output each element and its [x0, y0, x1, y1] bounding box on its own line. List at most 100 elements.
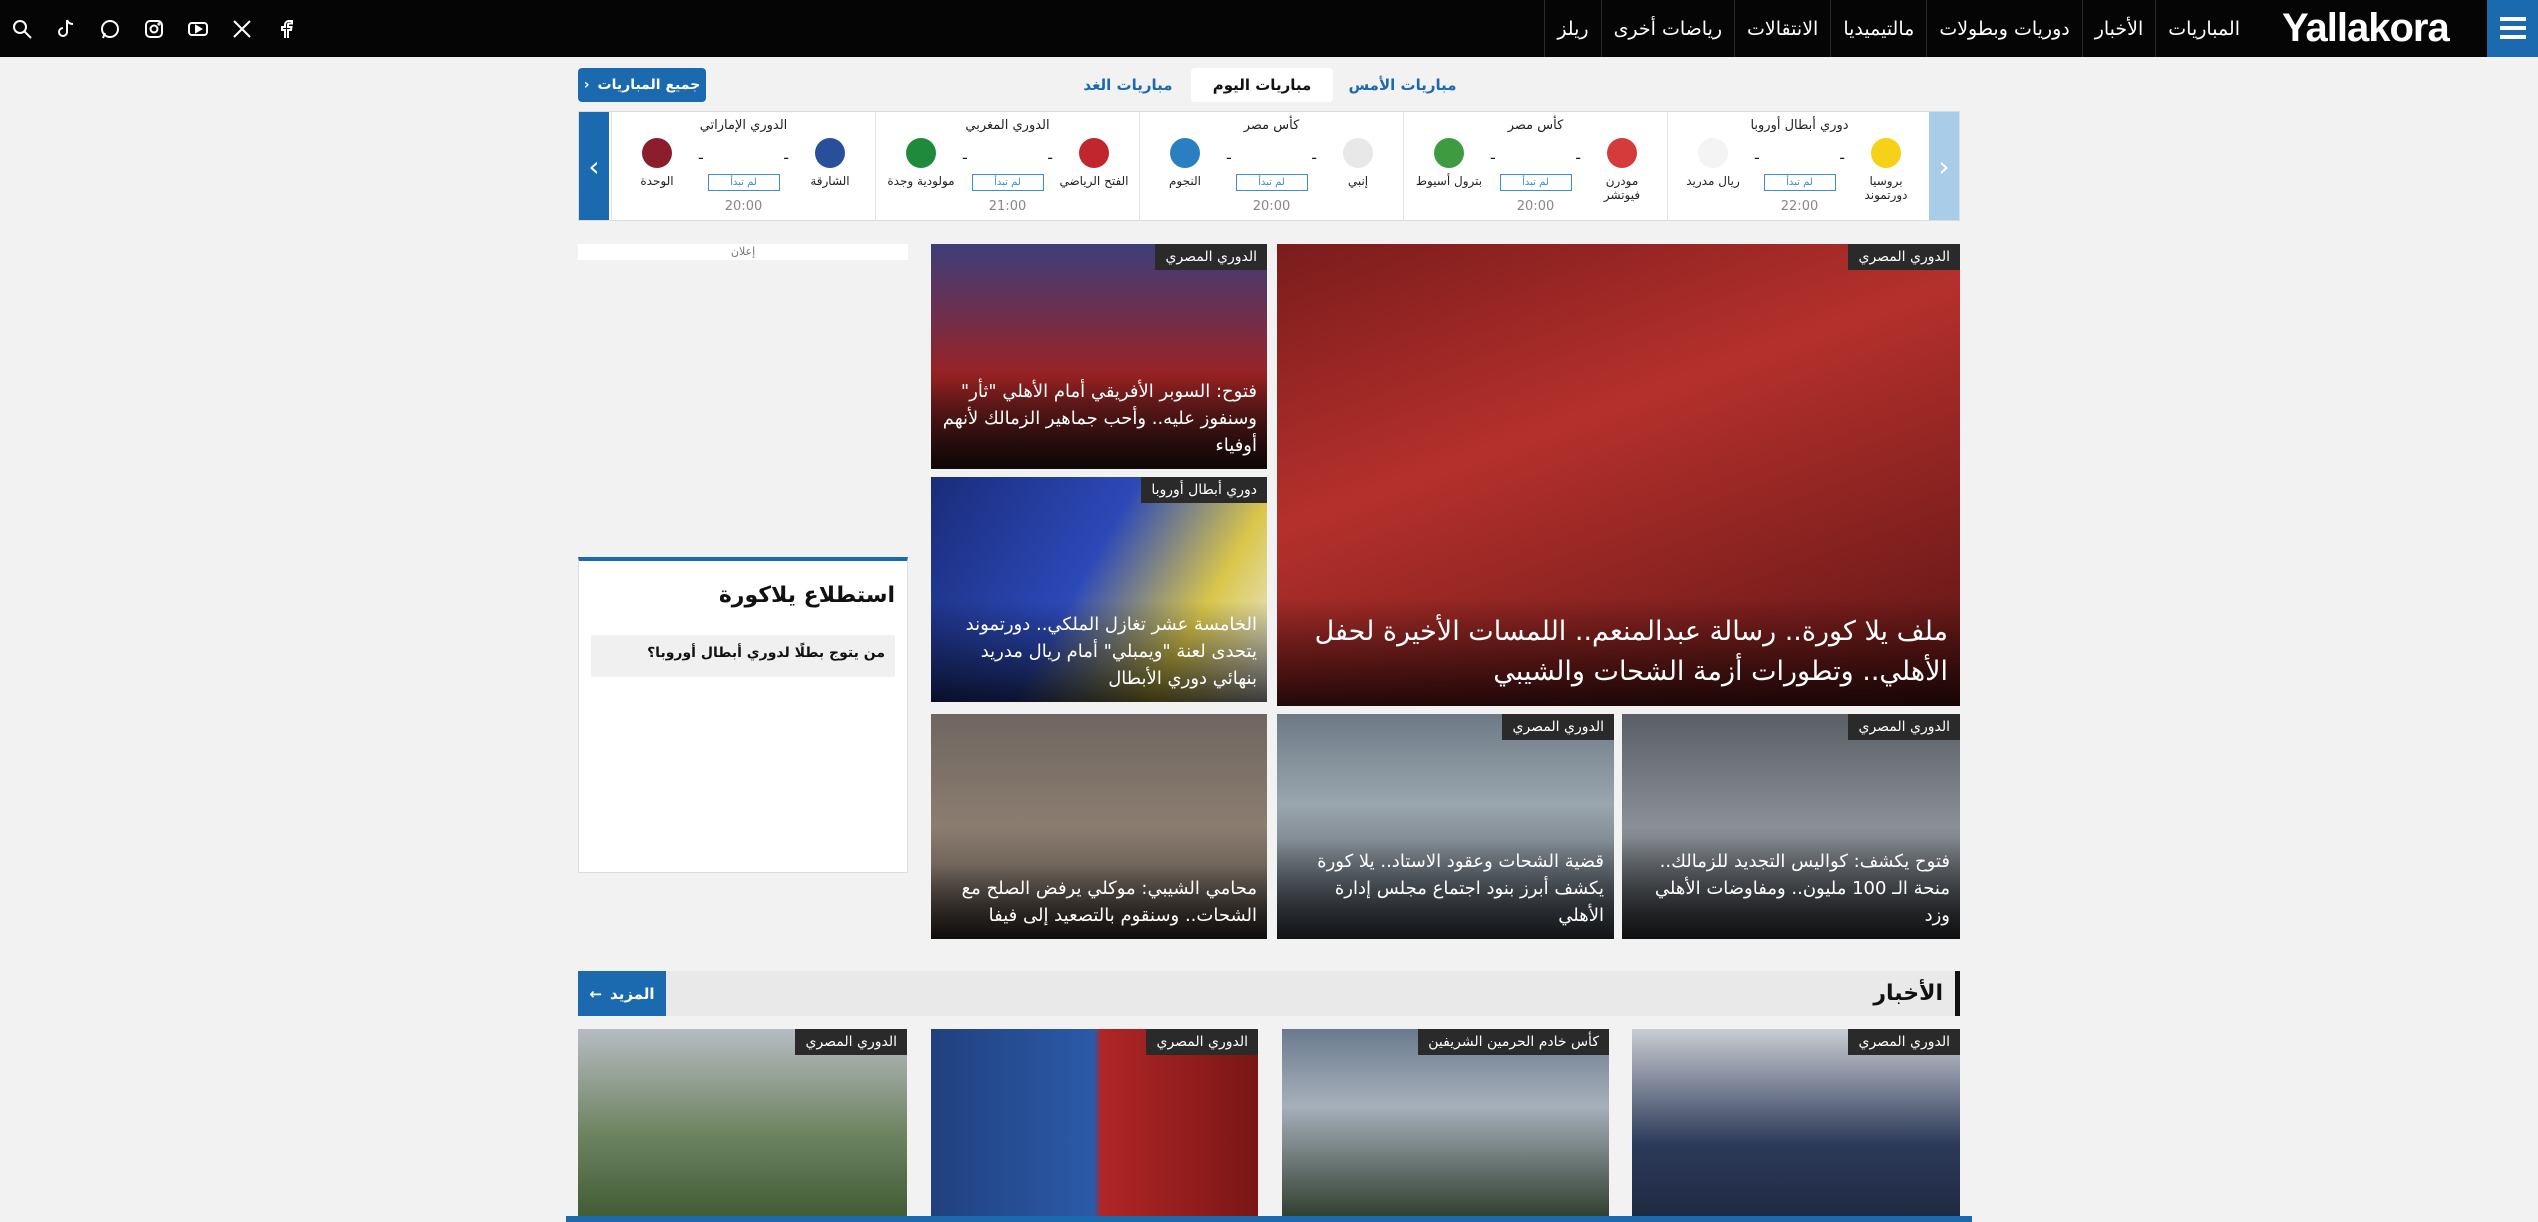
match-league: الدوري المغربي: [965, 118, 1050, 133]
match-time: 20:00: [1252, 199, 1291, 214]
card-tag[interactable]: الدوري المصري: [1502, 714, 1614, 740]
facebook-icon[interactable]: [264, 0, 308, 57]
poll-question[interactable]: من يتوج بطلًا لدوري أبطال أوروبا؟: [591, 635, 895, 677]
home-team[interactable]: الفتح الرياضي: [1059, 138, 1129, 188]
card-caption[interactable]: فتوح يكشف: كواليس التجديد للزمالك.. منحة…: [1622, 838, 1960, 939]
match-card[interactable]: الدوري الإماراتي الشارقة الوحدة - - لم تبدأ 20…: [611, 112, 875, 220]
youtube-icon[interactable]: [176, 0, 220, 57]
all-matches-button[interactable]: › جميع المباريات: [578, 68, 706, 102]
away-team-logo: [1434, 138, 1464, 168]
tab-yesterday[interactable]: مباريات الأمس: [1345, 68, 1460, 102]
matches-carousel: ‹ › دوري أبطال أوروبا بروسيا دورتموند ريال…: [578, 111, 1960, 221]
top-navigation: Yallakora المباريات الأخبار دوريات وبطول…: [0, 0, 2538, 57]
search-icon[interactable]: [0, 0, 44, 57]
home-team-name: الشارقة: [810, 174, 850, 188]
featured-row-card-3[interactable]: محامي الشيبي: موكلي يرفض الصلح مع الشحات…: [931, 714, 1267, 939]
home-team-logo: [815, 138, 845, 168]
nav-item-multimedia[interactable]: مالتيميديا: [1830, 0, 1926, 57]
home-score: -: [1047, 148, 1053, 167]
match-status-badge: لم تبدأ: [1499, 174, 1572, 191]
news-section-header: الأخبار ← المزيد: [578, 971, 1960, 1016]
featured-side-card-2[interactable]: دوري أبطال أوروبا الخامسة عشر تغازل المل…: [931, 477, 1267, 702]
away-team[interactable]: بترول أسيوط: [1414, 138, 1484, 188]
news-card-1[interactable]: الدوري المصري: [1632, 1029, 1960, 1222]
home-team[interactable]: الشارقة: [795, 138, 865, 188]
match-card[interactable]: دوري أبطال أوروبا بروسيا دورتموند ريال مدر…: [1667, 112, 1931, 220]
card-tag[interactable]: الدوري المصري: [795, 1029, 907, 1055]
poll-title: استطلاع يلاكورة: [718, 583, 895, 608]
ad-label: إعلان: [578, 244, 908, 260]
match-time: 21:00: [988, 199, 1027, 214]
home-score: -: [1839, 148, 1845, 167]
whatsapp-icon[interactable]: [88, 0, 132, 57]
away-team-name: بترول أسيوط: [1415, 174, 1483, 188]
x-icon[interactable]: [220, 0, 264, 57]
away-team[interactable]: ريال مدريد: [1678, 138, 1748, 188]
nav-item-transfers[interactable]: الانتقالات: [1734, 0, 1830, 57]
match-card[interactable]: كأس مصر مودرن فيوتشر بترول أسيوط - - لم تبدأ 2…: [1403, 112, 1667, 220]
carousel-next-icon[interactable]: ›: [1929, 112, 1959, 220]
card-tag[interactable]: الدوري المصري: [1848, 1029, 1960, 1055]
card-tag[interactable]: الدوري المصري: [1848, 714, 1960, 740]
match-time: 20:00: [724, 199, 763, 214]
news-card-4[interactable]: الدوري المصري: [578, 1029, 907, 1222]
match-status-badge: لم تبدأ: [707, 174, 780, 191]
match-time: 20:00: [1516, 199, 1555, 214]
home-team-logo: [1079, 138, 1109, 168]
home-team[interactable]: إنبي: [1323, 138, 1393, 188]
nav-item-other-sports[interactable]: رياضات أخرى: [1600, 0, 1734, 57]
all-matches-label: جميع المباريات: [597, 77, 701, 93]
away-team-name: مولودية وجدة: [887, 174, 955, 188]
news-card-2[interactable]: كأس خادم الحرمين الشريفين: [1282, 1029, 1609, 1222]
card-tag[interactable]: الدوري المصري: [1155, 244, 1267, 270]
away-team[interactable]: الوحدة: [622, 138, 692, 188]
match-league: كأس مصر: [1243, 118, 1300, 133]
home-score: -: [1575, 148, 1581, 167]
away-score: -: [1490, 148, 1496, 167]
featured-row-card-1[interactable]: الدوري المصري فتوح يكشف: كواليس التجديد …: [1622, 714, 1960, 939]
tiktok-icon[interactable]: [44, 0, 88, 57]
home-team-name: الفتح الرياضي: [1059, 174, 1129, 188]
home-team[interactable]: مودرن فيوتشر: [1587, 138, 1657, 202]
featured-row-card-2[interactable]: الدوري المصري قضية الشحات وعقود الاستاد.…: [1277, 714, 1614, 939]
news-card-3[interactable]: الدوري المصري: [931, 1029, 1258, 1222]
match-time: 22:00: [1780, 199, 1819, 214]
card-caption[interactable]: الخامسة عشر تغازل الملكي.. دورتموند يتحد…: [931, 601, 1267, 702]
card-tag[interactable]: الدوري المصري: [1146, 1029, 1258, 1055]
home-team[interactable]: بروسيا دورتموند: [1851, 138, 1921, 202]
match-card[interactable]: كأس مصر إنبي النجوم - - لم تبدأ 20:00: [1139, 112, 1403, 220]
nav-item-matches[interactable]: المباريات: [2155, 0, 2252, 57]
home-team-logo: [1343, 138, 1373, 168]
home-score: -: [783, 148, 789, 167]
news-more-button[interactable]: ← المزيد: [578, 971, 666, 1016]
away-team-logo: [1170, 138, 1200, 168]
tab-tomorrow[interactable]: مباريات الغد: [1078, 68, 1178, 102]
poll-widget: استطلاع يلاكورة من يتوج بطلًا لدوري أبطا…: [578, 557, 908, 873]
away-team-logo: [642, 138, 672, 168]
instagram-icon[interactable]: [132, 0, 176, 57]
carousel-prev-icon[interactable]: ‹: [579, 112, 609, 220]
nav-item-reels[interactable]: ريلز: [1544, 0, 1600, 57]
match-status-badge: لم تبدأ: [1763, 174, 1836, 191]
card-caption[interactable]: محامي الشيبي: موكلي يرفض الصلح مع الشحات…: [931, 865, 1267, 939]
away-score: -: [698, 148, 704, 167]
card-tag[interactable]: الدوري المصري: [1848, 244, 1960, 270]
match-league: دوري أبطال أوروبا: [1750, 118, 1849, 133]
card-caption[interactable]: قضية الشحات وعقود الاستاد.. يلا كورة يكش…: [1277, 838, 1614, 939]
nav-item-leagues[interactable]: دوريات وبطولات: [1926, 0, 2081, 57]
card-tag[interactable]: كأس خادم الحرمين الشريفين: [1418, 1029, 1609, 1055]
match-card[interactable]: الدوري المغربي الفتح الرياضي مولودية وجدة -…: [875, 112, 1139, 220]
main-menu: المباريات الأخبار دوريات وبطولات مالتيمي…: [1544, 0, 2252, 57]
featured-main-card[interactable]: الدوري المصري ملف يلا كورة.. رسالة عبدال…: [1277, 244, 1960, 706]
card-caption[interactable]: ملف يلا كورة.. رسالة عبدالمنعم.. اللمسات…: [1277, 598, 1960, 706]
featured-side-card-1[interactable]: الدوري المصري فتوح: السوبر الأفريقي أمام…: [931, 244, 1267, 469]
menu-icon[interactable]: [2487, 0, 2538, 57]
away-team[interactable]: النجوم: [1150, 138, 1220, 188]
card-caption[interactable]: فتوح: السوبر الأفريقي أمام الأهلي "ثأر" …: [931, 368, 1267, 469]
site-logo[interactable]: Yallakora: [2282, 6, 2450, 50]
away-team[interactable]: مولودية وجدة: [886, 138, 956, 188]
news-more-label: المزيد: [610, 984, 655, 1003]
tab-today[interactable]: مباريات اليوم: [1191, 68, 1333, 102]
nav-item-news[interactable]: الأخبار: [2081, 0, 2156, 57]
card-tag[interactable]: دوري أبطال أوروبا: [1141, 477, 1267, 503]
